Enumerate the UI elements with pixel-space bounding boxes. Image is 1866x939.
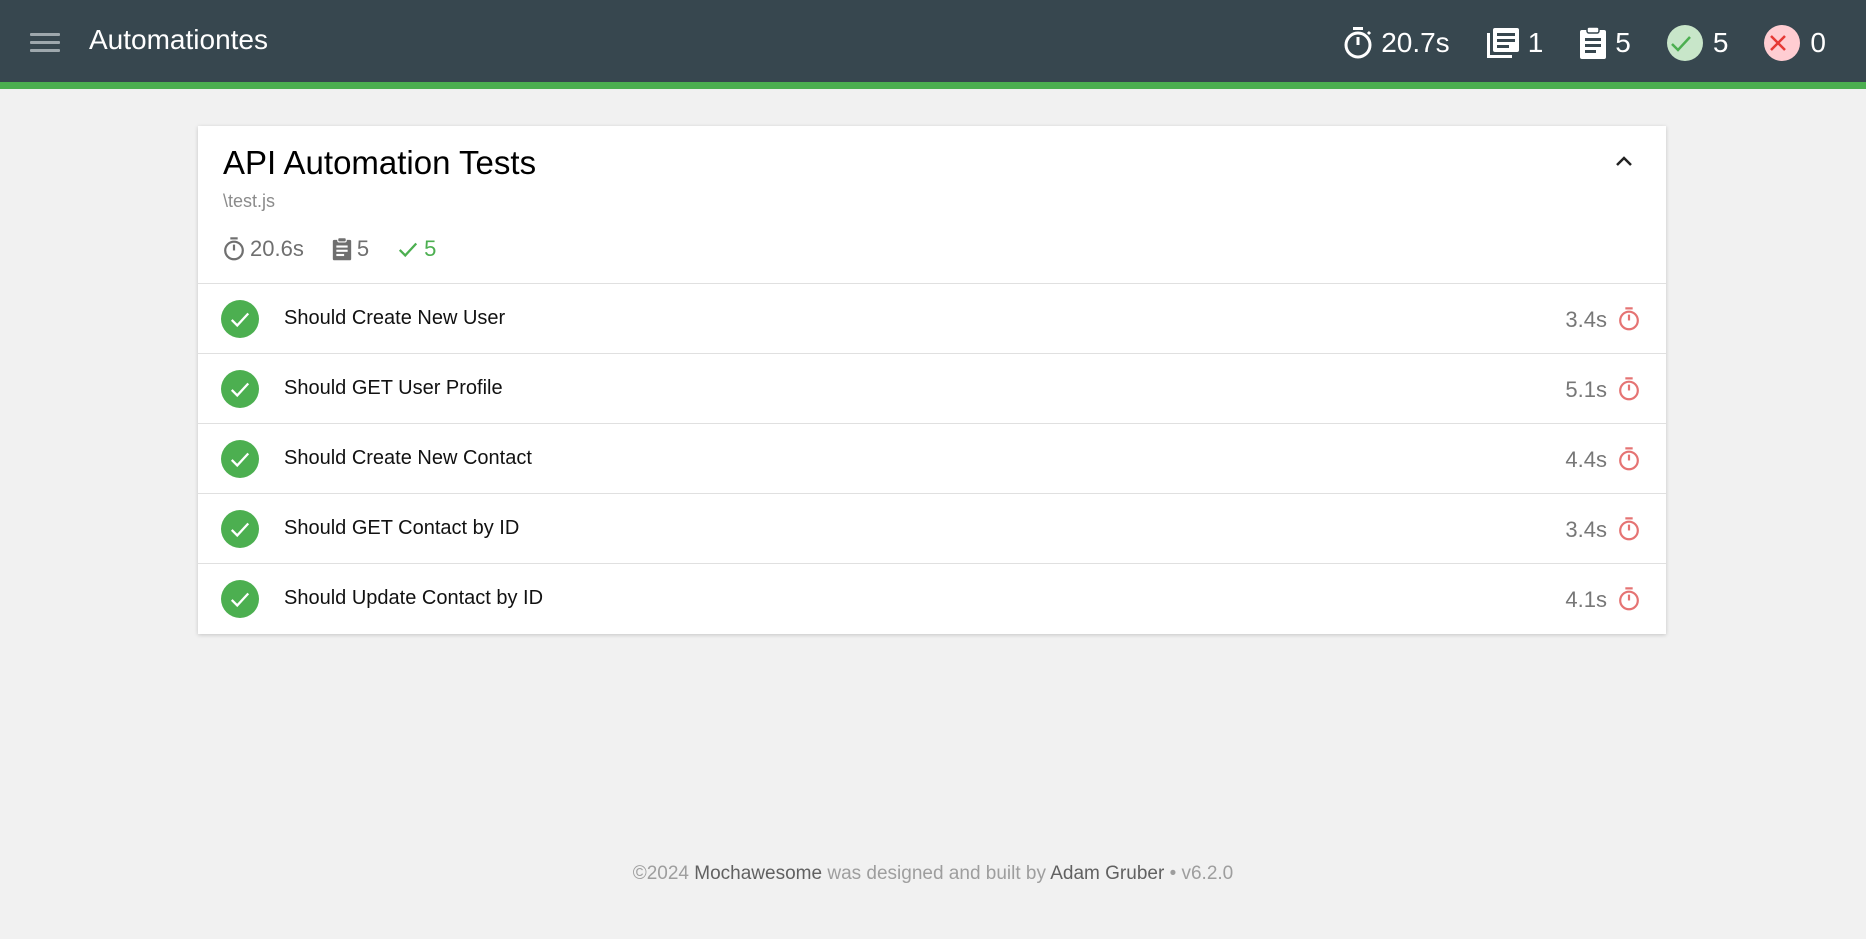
passed-check-icon xyxy=(221,580,259,618)
stopwatch-icon xyxy=(1344,27,1372,59)
menu-icon[interactable] xyxy=(26,28,66,58)
test-row[interactable]: Should Update Contact by ID 4.1s xyxy=(198,564,1666,634)
passed-check-icon xyxy=(221,370,259,408)
passed-check-icon xyxy=(221,300,259,338)
test-list: Should Create New User 3.4s Should GET U… xyxy=(198,284,1666,634)
suites-value: 1 xyxy=(1527,27,1544,58)
app-title: Automationtes xyxy=(89,24,268,55)
suites-stat[interactable]: 1 xyxy=(1486,27,1544,59)
suite-passes-count: 5 xyxy=(397,236,436,262)
passes-stat[interactable]: 5 xyxy=(1666,25,1729,61)
top-navbar: Automationtes 20.7s 1 5 5 0 xyxy=(0,0,1866,89)
suite-stats: 20.6s 5 5 xyxy=(223,236,464,262)
clipboard-icon xyxy=(332,237,352,261)
close-circle-icon xyxy=(1764,25,1801,61)
test-title: Should Create New Contact xyxy=(284,447,532,469)
suite-duration: 20.6s xyxy=(223,236,304,262)
failures-stat[interactable]: 0 xyxy=(1764,25,1826,61)
footer-project-link[interactable]: Mochawesome xyxy=(694,863,822,884)
test-title: Should Create New User xyxy=(284,307,506,329)
suite-title: API Automation Tests xyxy=(223,144,537,181)
stopwatch-icon xyxy=(1619,517,1639,541)
stopwatch-icon xyxy=(224,237,244,261)
footer: ©2024 Mochawesome was designed and built… xyxy=(0,863,1866,885)
passes-value: 5 xyxy=(1712,27,1729,58)
test-title: Should Update Contact by ID xyxy=(284,587,544,609)
tests-stat[interactable]: 5 xyxy=(1579,26,1631,60)
footer-author-link[interactable]: Adam Gruber xyxy=(1050,863,1164,884)
suite-header: API Automation Tests \test.js 20.6s 5 5 xyxy=(198,126,1666,284)
failures-value: 0 xyxy=(1810,27,1826,58)
test-duration: 3.4s xyxy=(1565,307,1607,332)
test-duration: 4.1s xyxy=(1565,587,1607,612)
passed-check-icon xyxy=(221,510,259,548)
footer-version: • v6.2.0 xyxy=(1169,863,1234,884)
test-duration: 5.1s xyxy=(1565,377,1607,402)
test-row[interactable]: Should Create New Contact 4.4s xyxy=(198,424,1666,494)
test-title: Should GET User Profile xyxy=(284,377,503,399)
stopwatch-icon xyxy=(1619,307,1639,331)
header-stats: 20.7s 1 5 5 0 xyxy=(1307,18,1826,68)
suite-card: API Automation Tests \test.js 20.6s 5 5 … xyxy=(198,126,1666,634)
check-circle-icon xyxy=(1666,25,1703,61)
library-books-icon xyxy=(1486,28,1519,58)
suite-file-path: \test.js xyxy=(223,191,276,211)
test-row[interactable]: Should GET User Profile 5.1s xyxy=(198,354,1666,424)
test-row[interactable]: Should Create New User 3.4s xyxy=(198,284,1666,354)
tests-value: 5 xyxy=(1615,27,1631,58)
passed-check-icon xyxy=(221,440,259,478)
stopwatch-icon xyxy=(1619,377,1639,401)
stopwatch-icon xyxy=(1619,447,1639,471)
duration-value: 20.7s xyxy=(1381,27,1450,58)
test-duration: 3.4s xyxy=(1565,517,1607,542)
duration-stat[interactable]: 20.7s xyxy=(1343,26,1450,60)
test-row[interactable]: Should GET Contact by ID 3.4s xyxy=(198,494,1666,564)
suite-tests-count: 5 xyxy=(332,236,369,262)
clipboard-icon xyxy=(1580,26,1607,59)
collapse-chevron-up-icon[interactable] xyxy=(1612,150,1636,174)
test-duration: 4.4s xyxy=(1565,447,1607,472)
footer-copyright: ©2024 xyxy=(632,863,689,884)
check-icon xyxy=(399,242,418,258)
test-title: Should GET Contact by ID xyxy=(284,517,520,539)
footer-credit-text: was designed and built by xyxy=(827,863,1046,884)
stopwatch-icon xyxy=(1619,587,1639,611)
